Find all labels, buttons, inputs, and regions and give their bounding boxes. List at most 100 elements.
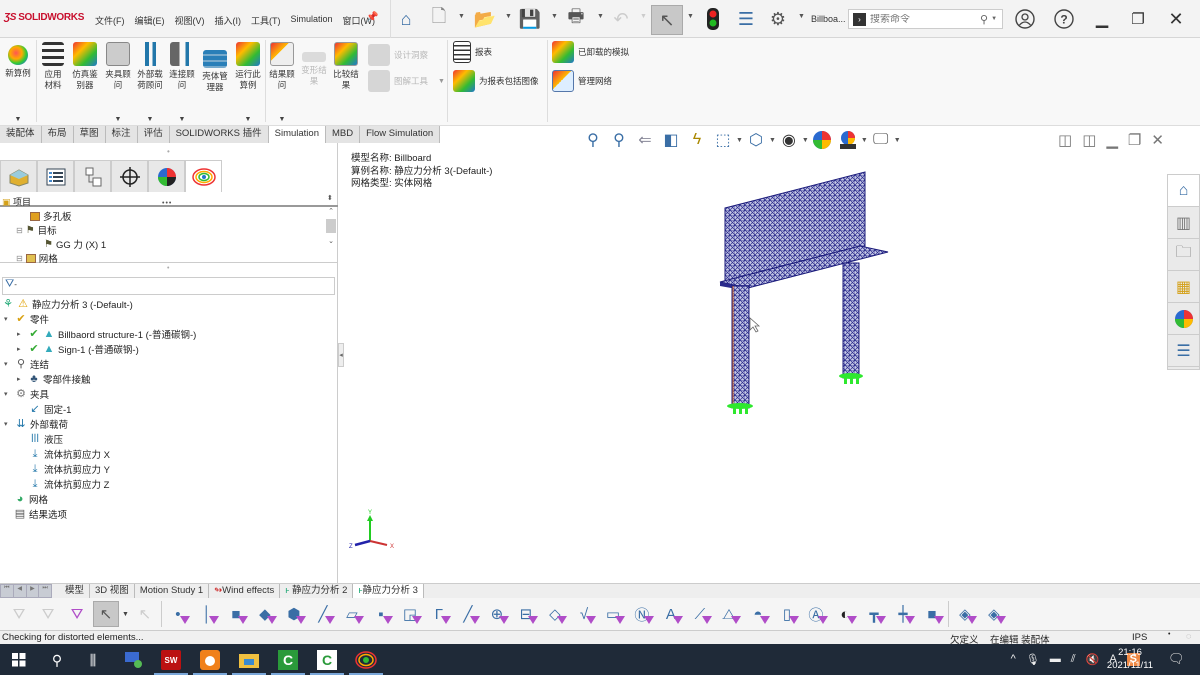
tree-item-shear-y[interactable]: ⤓ 流体抗剪应力 Y bbox=[29, 462, 110, 476]
camtasia-recorder-icon[interactable]: C bbox=[310, 649, 344, 675]
select-dropdown-icon[interactable]: ▼ bbox=[687, 13, 694, 20]
menu-edit[interactable]: 编辑(E) bbox=[130, 14, 170, 27]
search-dropdown-icon[interactable]: ▼ bbox=[991, 16, 997, 22]
tab-3d-view[interactable]: 3D 视图 bbox=[90, 584, 135, 598]
filter-routing-points-icon[interactable]: ◐ bbox=[832, 601, 858, 627]
filter-geometric-tolerance-icon[interactable]: √ bbox=[571, 601, 597, 627]
expand-arrow-icon[interactable]: ▸ bbox=[17, 330, 25, 338]
tab-solidworks-addins[interactable]: SOLIDWORKS 插件 bbox=[169, 126, 269, 143]
zoom-to-fit-icon[interactable]: ⚲ bbox=[582, 129, 604, 151]
menu-view[interactable]: 视图(V) bbox=[170, 14, 210, 27]
taskbar-clock[interactable]: 21:16 2021/11/11 bbox=[1100, 646, 1160, 672]
dropdown-arrow-icon[interactable]: ▼ bbox=[245, 114, 252, 125]
tree-item-result-options[interactable]: ▤ 结果选项 bbox=[14, 507, 67, 521]
tree-item-connections[interactable]: ▾ ⚲ 连结 bbox=[4, 357, 49, 371]
deformed-result-button[interactable]: 变形结果 bbox=[298, 42, 330, 87]
plot-tools-dropdown-icon[interactable]: ▼ bbox=[438, 78, 445, 85]
toggle-filter-toolbar-icon[interactable]: ⛛ bbox=[35, 601, 61, 627]
include-image-button[interactable]: 为报表包括图像 bbox=[453, 70, 539, 92]
filter-datum-features-icon[interactable]: Ⓝ bbox=[629, 601, 655, 627]
search-icon[interactable]: ⚲ bbox=[980, 13, 988, 26]
tab-motion-study[interactable]: Motion Study 1 bbox=[135, 584, 210, 598]
view-settings-icon[interactable]: 🖵 bbox=[870, 129, 892, 151]
design-library-icon[interactable]: ▥ bbox=[1168, 207, 1199, 239]
viewport-close-icon[interactable]: ✕ bbox=[1151, 131, 1164, 149]
dropdown-arrow-icon[interactable]: ▼ bbox=[279, 114, 286, 125]
dropdown-arrow-icon[interactable]: ▼ bbox=[736, 137, 743, 144]
filter-solid-bodies-icon[interactable]: ⬢ bbox=[281, 601, 307, 627]
units-dropdown-icon[interactable]: • bbox=[1168, 631, 1170, 638]
dropdown-arrow-icon[interactable]: ▼ bbox=[179, 114, 186, 125]
tab-static-study-3[interactable]: ⱶ静应力分析 3 bbox=[353, 584, 424, 598]
compare-results-button[interactable]: 比较结果 bbox=[330, 42, 362, 91]
start-icon[interactable] bbox=[8, 649, 30, 671]
microphone-icon[interactable]: 🎙 bbox=[1026, 653, 1040, 666]
dropdown-arrow-icon[interactable]: ▼ bbox=[115, 114, 122, 125]
search-input[interactable] bbox=[870, 13, 980, 25]
simulation-study-icon[interactable] bbox=[185, 160, 222, 192]
collapse-icon[interactable]: ⊟ bbox=[16, 254, 23, 263]
apply-scene-icon[interactable] bbox=[837, 129, 859, 151]
show-hidden-icons-icon[interactable]: ^ bbox=[1011, 653, 1016, 666]
filter-dimensions-icon[interactable]: ⊟ bbox=[513, 601, 539, 627]
tree-item-shear-x[interactable]: ⤓ 流体抗剪应力 X bbox=[29, 447, 110, 461]
filter-midpoints-icon[interactable]: Γ bbox=[426, 601, 452, 627]
previous-view-icon[interactable]: ⇐ bbox=[634, 129, 656, 151]
filter-graphic-mesh-icon[interactable]: ◈ bbox=[952, 601, 978, 627]
appearances-icon[interactable] bbox=[1168, 303, 1199, 335]
tab-mbd[interactable]: MBD bbox=[325, 126, 361, 143]
scroll-up-icon[interactable]: ⌃ bbox=[325, 207, 337, 215]
help-icon[interactable]: ? bbox=[1052, 8, 1076, 30]
viewport-minimize-icon[interactable]: ▁ bbox=[1106, 131, 1118, 149]
filter-sketch-segments-icon[interactable]: ◲ bbox=[397, 601, 423, 627]
apply-material-button[interactable]: 应用材料 bbox=[38, 42, 68, 91]
display-manager-icon[interactable] bbox=[148, 160, 185, 192]
filter-datum-targets-icon[interactable]: ⟋ bbox=[687, 601, 713, 627]
viewport-restore-icon[interactable]: ❐ bbox=[1128, 131, 1141, 149]
tab-sketch[interactable]: 草图 bbox=[73, 126, 106, 143]
view-orientation-icon[interactable]: ⬚ bbox=[712, 129, 734, 151]
filter-dowel-pin-icon[interactable]: ▯ bbox=[774, 601, 800, 627]
filter-mesh-edges-icon[interactable]: ┿ bbox=[890, 601, 916, 627]
file-explorer-taskbar-icon[interactable] bbox=[232, 649, 266, 675]
offloaded-simulation-button[interactable]: 已卸载的模拟 bbox=[552, 41, 629, 63]
section-view-icon[interactable]: ◧ bbox=[660, 129, 682, 151]
project-item[interactable]: ⚑ GG 力 (X) 1 bbox=[44, 237, 106, 252]
home-icon[interactable]: ⌂ bbox=[393, 6, 419, 32]
menu-simulation[interactable]: Simulation bbox=[286, 14, 338, 27]
options-dropdown-icon[interactable]: ▼ bbox=[798, 13, 805, 20]
dropdown-arrow-icon[interactable]: ▼ bbox=[861, 137, 868, 144]
connections-advisor-button[interactable]: 连接顾问 ▼ bbox=[166, 42, 198, 123]
collapse-icon[interactable]: ⊟ bbox=[16, 226, 23, 235]
options-gear-icon[interactable]: ⚙ bbox=[765, 6, 791, 32]
filter-center-lines-icon[interactable]: ⊕ bbox=[484, 601, 510, 627]
tree-item-part[interactable]: ▸ ✔ ▲ Billbaord structure-1 (-普通碳钢-) bbox=[17, 327, 196, 341]
panel-splitter-handle[interactable]: • bbox=[167, 265, 169, 272]
project-item[interactable]: ⊟ 网格 bbox=[16, 251, 58, 265]
project-scrollbar[interactable]: ⌃ ⌄ bbox=[325, 207, 337, 263]
tree-item-shear-z[interactable]: ⤓ 流体抗剪应力 Z bbox=[29, 477, 110, 491]
manage-network-button[interactable]: 管理网络 bbox=[552, 70, 612, 92]
property-manager-icon[interactable] bbox=[37, 160, 74, 192]
menu-insert[interactable]: 插入(I) bbox=[210, 14, 247, 27]
dropdown-arrow-icon[interactable]: ▼ bbox=[802, 137, 809, 144]
uc-browser-icon[interactable] bbox=[193, 649, 227, 675]
tab-evaluate[interactable]: 评估 bbox=[137, 126, 170, 143]
tree-item-fixed[interactable]: ↙ 固定-1 bbox=[29, 402, 71, 416]
file-properties-icon[interactable]: ☰ bbox=[733, 6, 759, 32]
simulation-evaluator-button[interactable]: 仿真鉴别器 bbox=[68, 42, 102, 91]
tab-wind-effects[interactable]: ↬Wind effects bbox=[209, 584, 281, 598]
filter-weld-symbols-icon[interactable]: A bbox=[658, 601, 684, 627]
filter-vertices-icon[interactable]: • bbox=[165, 601, 191, 627]
simulation-app-icon[interactable] bbox=[349, 649, 383, 675]
save-icon[interactable]: 💾 bbox=[517, 6, 543, 32]
camtasia-icon[interactable]: C bbox=[271, 649, 305, 675]
tab-static-study-2[interactable]: ⱶ 静应力分析 2 bbox=[280, 584, 354, 598]
undo-dropdown-icon[interactable]: ▼ bbox=[640, 13, 647, 20]
tab-simulation[interactable]: Simulation bbox=[268, 126, 326, 143]
expand-arrow-icon[interactable]: ▸ bbox=[17, 345, 25, 353]
wifi-icon[interactable]: ⫽ bbox=[1071, 653, 1076, 666]
filter-graphic-points-icon[interactable]: ◈ bbox=[981, 601, 1007, 627]
dimxpert-icon[interactable] bbox=[111, 160, 148, 192]
file-explorer-icon[interactable]: 🗀 bbox=[1168, 239, 1199, 271]
